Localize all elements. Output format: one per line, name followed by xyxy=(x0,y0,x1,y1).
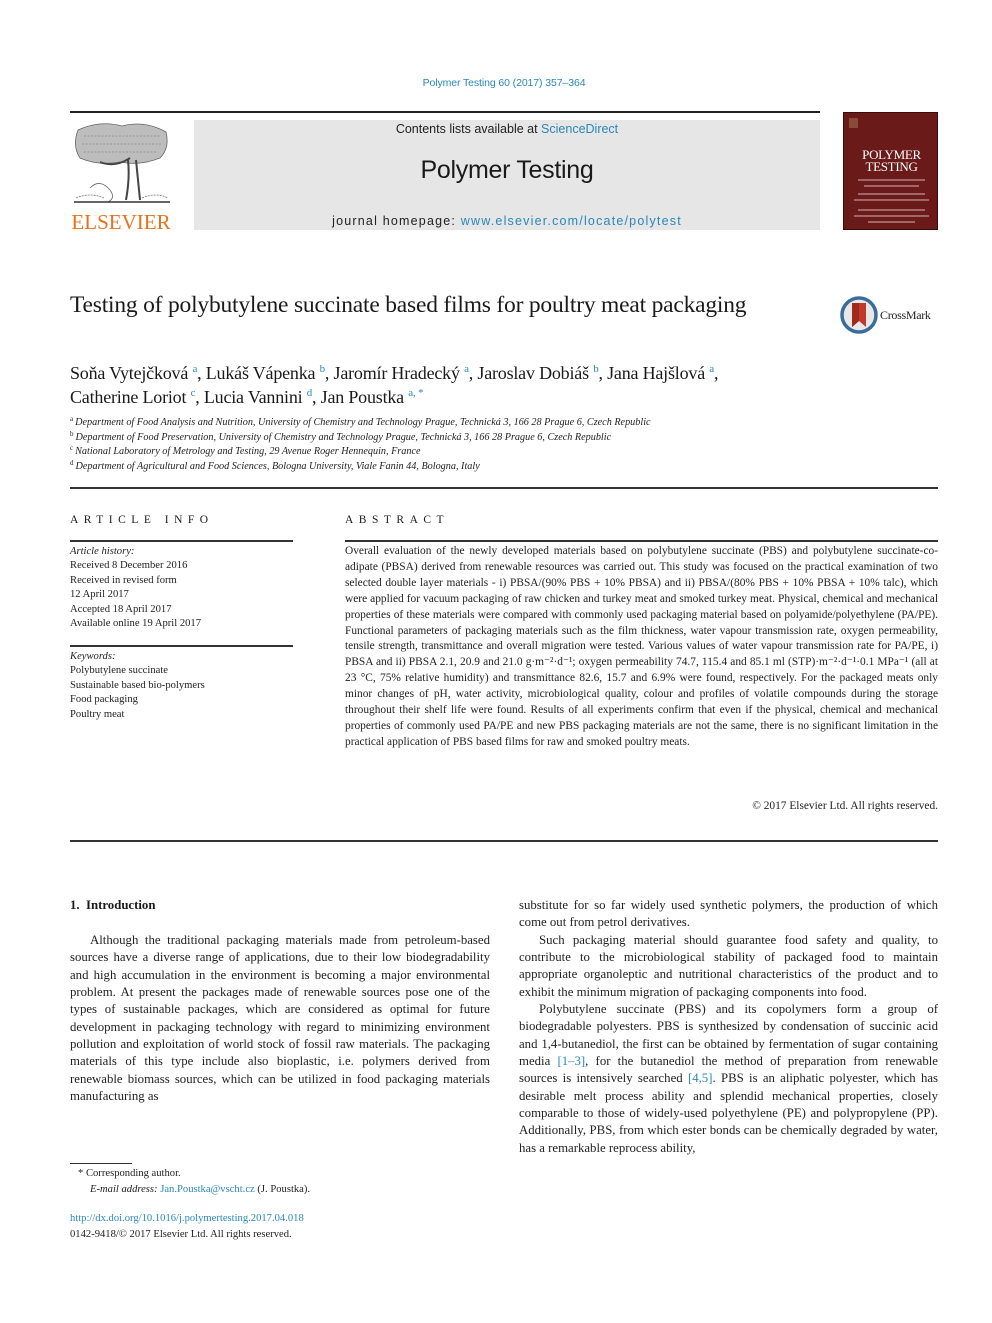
affiliation-item: c National Laboratory of Metrology and Te… xyxy=(70,445,870,460)
email-link[interactable]: Jan.Poustka@vscht.cz xyxy=(160,1184,255,1195)
affiliation-item: b Department of Food Preservation, Univer… xyxy=(70,429,870,446)
history-item: Available online 19 April 2017 xyxy=(70,618,202,630)
affiliation-list: a Department of Food Analysis and Nutriti… xyxy=(70,416,870,474)
affiliation-text: Department of Agricultural and Food Scie… xyxy=(75,460,480,472)
affiliation-item: a Department of Food Analysis and Nutriti… xyxy=(70,416,870,431)
author-name[interactable]: Soňa Vytejčková xyxy=(70,363,188,383)
history-item: 12 April 2017 xyxy=(70,589,129,601)
author-separator: , xyxy=(312,387,321,407)
body-paragraph: substitute for so far widely used synthe… xyxy=(519,898,938,930)
footnote-divider xyxy=(70,1163,132,1164)
cover-fine-print xyxy=(854,199,929,201)
footnote-text: Corresponding author. xyxy=(83,1168,181,1179)
section-heading-introduction: 1. Introduction xyxy=(70,898,156,912)
affiliation-marker: d xyxy=(70,458,74,467)
right-column: substitute for so far widely used synthe… xyxy=(519,897,938,1157)
doi-block: http://dx.doi.org/10.1016/j.polymertesti… xyxy=(70,1211,500,1242)
author-separator: , xyxy=(324,363,334,383)
keyword-item: Food packaging xyxy=(70,694,138,706)
keyword-item: Polybutylene succinate xyxy=(70,665,168,677)
affiliation-text: Department of Food Preservation, Univers… xyxy=(75,431,612,443)
homepage-link[interactable]: www.elsevier.com/locate/polytest xyxy=(461,214,682,228)
keywords-divider xyxy=(70,645,293,647)
author-name[interactable]: Jana Hajšlová xyxy=(607,363,705,383)
keyword-item: Poultry meat xyxy=(70,708,125,720)
elsevier-wordmark: ELSEVIER xyxy=(71,210,171,234)
affiliation-marker: b xyxy=(70,429,74,438)
cover-fine-print xyxy=(858,193,925,195)
crossmark-icon xyxy=(840,296,878,334)
author-name[interactable]: Lukáš Vápenka xyxy=(206,363,316,383)
author-name[interactable]: Lucia Vannini xyxy=(204,387,303,407)
section-divider xyxy=(70,840,938,842)
issn-line: 0142-9418/© 2017 Elsevier Ltd. All right… xyxy=(70,1228,292,1240)
history-item: Received 8 December 2016 xyxy=(70,560,188,572)
cover-title-line2: TESTING xyxy=(865,159,918,174)
contents-prefix: Contents lists available at xyxy=(395,122,542,136)
affiliation-text: Department of Food Analysis and Nutritio… xyxy=(75,417,651,428)
email-note: E-mail address: Jan.Poustka@vscht.cz (J.… xyxy=(70,1182,500,1198)
journal-banner: Contents lists available at ScienceDirec… xyxy=(194,120,820,230)
history-item: Received in revised form xyxy=(70,574,177,586)
journal-citation-link[interactable]: Polymer Testing 60 (2017) 357–364 xyxy=(0,77,992,89)
sciencedirect-link[interactable]: ScienceDirect xyxy=(541,122,618,136)
corresponding-author-note: * Corresponding author. xyxy=(70,1166,500,1182)
article-info-heading: ARTICLE INFO xyxy=(70,514,214,526)
cover-fine-print xyxy=(854,215,929,217)
cover-fine-print xyxy=(868,221,915,223)
citation-link[interactable]: [1–3] xyxy=(557,1054,585,1068)
affiliation-marker: c xyxy=(70,444,74,452)
article-history: Article history: Received 8 December 201… xyxy=(70,545,300,631)
body-paragraph: Such packaging material should guarantee… xyxy=(519,932,938,999)
section-divider xyxy=(70,487,938,489)
author-separator: , xyxy=(713,363,719,383)
author-name[interactable]: Jan Poustka xyxy=(321,387,405,407)
doi-link[interactable]: http://dx.doi.org/10.1016/j.polymertesti… xyxy=(70,1213,304,1224)
body-paragraph: Although the traditional packaging mater… xyxy=(70,933,490,1104)
author-separator: , xyxy=(598,363,608,383)
abstract-copyright: © 2017 Elsevier Ltd. All rights reserved… xyxy=(752,800,938,812)
cover-emblem-icon xyxy=(849,118,858,128)
article-title: Testing of polybutylene succinate based … xyxy=(70,292,747,318)
author-name[interactable]: Jaromír Hradecký xyxy=(334,363,460,383)
top-rule xyxy=(70,111,820,113)
affiliation-item: d Department of Agricultural and Food Sci… xyxy=(70,458,870,475)
affiliation-text: National Laboratory of Metrology and Tes… xyxy=(75,446,421,457)
author-separator: , xyxy=(195,387,204,407)
email-suffix: (J. Poustka). xyxy=(254,1183,311,1195)
article-info-divider xyxy=(70,540,293,542)
journal-name: Polymer Testing xyxy=(420,156,594,184)
elsevier-tree-icon xyxy=(74,123,170,203)
author-separator: , xyxy=(197,363,206,383)
author-name[interactable]: Jaroslav Dobiáš xyxy=(477,363,589,383)
keyword-item: Sustainable based bio-polymers xyxy=(70,679,205,691)
article-history-label: Article history: xyxy=(70,546,135,557)
cover-fine-print xyxy=(858,209,925,211)
homepage-prefix: journal homepage: xyxy=(332,214,461,228)
contents-line: Contents lists available at ScienceDirec… xyxy=(194,122,820,136)
elsevier-logo[interactable]: ELSEVIER xyxy=(68,118,174,234)
history-item: Accepted 18 April 2017 xyxy=(70,603,172,615)
journal-cover[interactable]: POLYMER TESTING xyxy=(843,112,938,230)
cover-title: POLYMER TESTING xyxy=(844,148,939,174)
affiliation-marker: a xyxy=(70,415,74,423)
keywords-label: Keywords: xyxy=(70,651,116,662)
keywords: Keywords: Polybutylene succinate Sustain… xyxy=(70,650,300,722)
homepage-line: journal homepage: www.elsevier.com/locat… xyxy=(194,214,820,228)
crossmark-badge[interactable]: CrossMark xyxy=(840,296,940,336)
citation-link[interactable]: [4,5] xyxy=(688,1071,713,1085)
author-name[interactable]: Catherine Loriot xyxy=(70,387,186,407)
crossmark-label: CrossMark xyxy=(880,308,931,322)
email-label: E-mail address: xyxy=(90,1183,161,1195)
abstract-divider xyxy=(345,540,938,542)
cover-fine-print xyxy=(858,179,925,181)
abstract-text: Overall evaluation of the newly develope… xyxy=(345,545,938,748)
author-list: Soňa Vytejčková a, Lukáš Vápenka b, Jaro… xyxy=(70,361,870,409)
body-paragraph: Polybutylene succinate (PBS) and its cop… xyxy=(519,1001,938,1157)
left-column: Although the traditional packaging mater… xyxy=(70,932,490,1105)
cover-fine-print xyxy=(864,185,919,187)
author-affiliation-marker[interactable]: a, * xyxy=(408,387,423,399)
footnotes: * Corresponding author. E-mail address: … xyxy=(70,1166,500,1197)
abstract-heading: ABSTRACT xyxy=(345,514,450,526)
